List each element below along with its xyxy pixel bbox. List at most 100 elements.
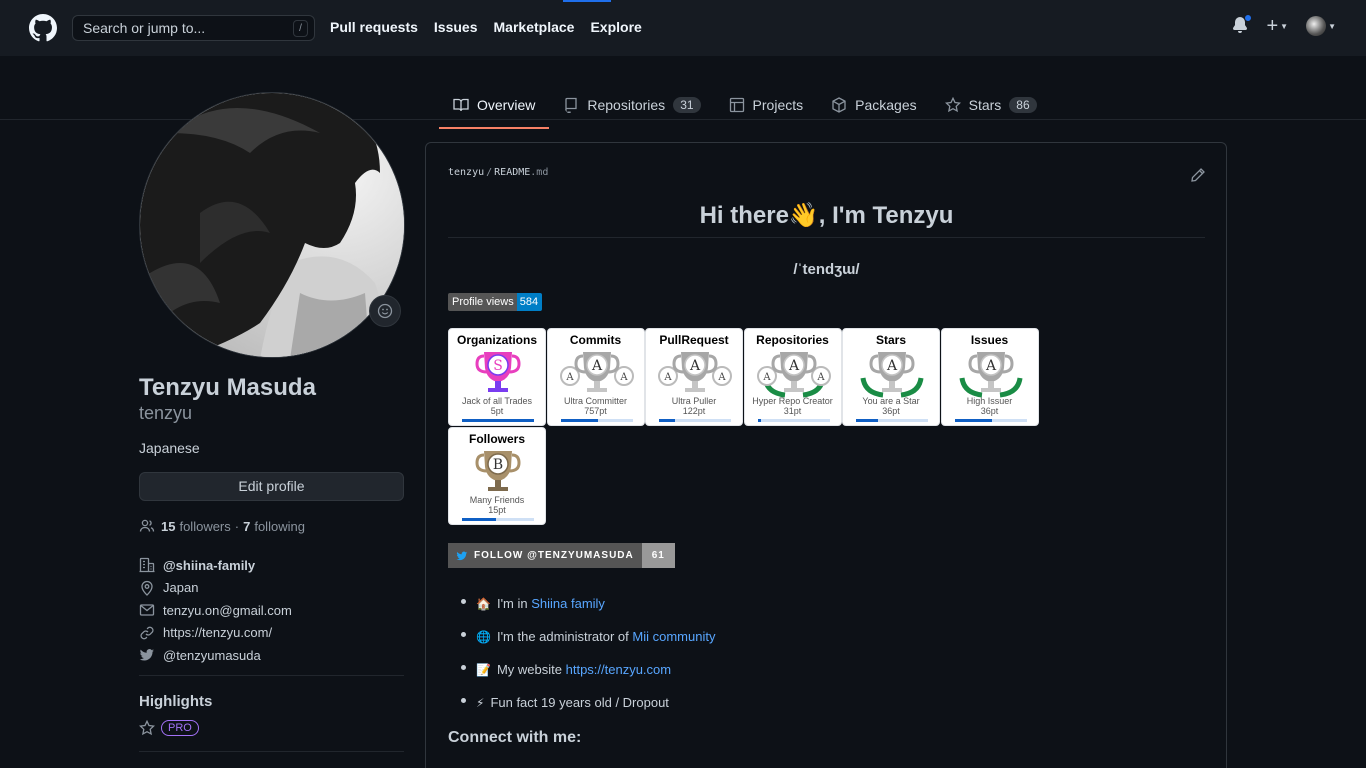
pro-badge[interactable]: PRO xyxy=(161,720,199,736)
link-icon xyxy=(140,626,154,640)
search-box[interactable]: / xyxy=(72,15,315,41)
svg-text:B: B xyxy=(493,457,503,473)
pencil-icon[interactable] xyxy=(1190,167,1206,183)
readme-file[interactable]: README xyxy=(494,167,530,178)
svg-text:A: A xyxy=(590,358,602,374)
email-link[interactable]: tenzyu.on@gmail.com xyxy=(163,603,292,618)
mii-community-link[interactable]: Mii community xyxy=(632,629,715,644)
email-item[interactable]: tenzyu.on@gmail.com xyxy=(139,599,292,622)
list-item-text: Fun fact 19 years old / Dropout xyxy=(490,695,669,710)
trophy-title: Commits xyxy=(569,333,622,347)
followers-count[interactable]: 15 xyxy=(161,519,175,534)
svg-text:S: S xyxy=(493,358,503,374)
trophy-cup-icon: B xyxy=(475,451,521,491)
twitter-follow-badge[interactable]: FOLLOW @TENZYUMASUDA 61 xyxy=(448,543,675,568)
trophy-cup-icon: A xyxy=(860,352,924,398)
twitter-follow-text: FOLLOW @TENZYUMASUDA xyxy=(474,550,634,561)
svg-text:A: A xyxy=(886,358,898,374)
readme-list: 🏠 I'm in Shiina family 🌐 I'm the adminis… xyxy=(461,587,715,719)
trophy-card: Stars A You are a Star 36pt xyxy=(842,328,940,426)
svg-text:A: A xyxy=(565,372,574,383)
trophy-title: Organizations xyxy=(456,333,537,347)
following-count[interactable]: 7 xyxy=(243,519,250,534)
shiina-family-link[interactable]: Shiina family xyxy=(531,596,605,611)
location-item: Japan xyxy=(139,577,292,600)
trophy-subtitle: Jack of all Trades xyxy=(461,396,533,406)
create-new-button[interactable]: + ▼ xyxy=(1266,16,1288,36)
nav-pull-requests[interactable]: Pull requests xyxy=(330,19,418,35)
profile-avatar[interactable] xyxy=(139,92,405,358)
svg-text:A: A xyxy=(663,372,672,383)
tab-stars[interactable]: Stars 86 xyxy=(931,90,1051,120)
trophy-subtitle: Ultra Puller xyxy=(671,396,717,406)
trophy-progress-fill xyxy=(462,518,496,521)
trophy-progress-bar xyxy=(462,518,534,521)
notifications-button[interactable] xyxy=(1232,14,1253,36)
trophy-card: Followers B Many Friends 15pt xyxy=(448,427,546,525)
website-link[interactable]: https://tenzyu.com/ xyxy=(163,625,272,640)
edit-profile-button[interactable]: Edit profile xyxy=(139,472,404,501)
trophy-progress-bar xyxy=(462,419,534,422)
tab-repositories[interactable]: Repositories 31 xyxy=(549,90,714,120)
trophy-points: 757pt xyxy=(584,406,607,416)
readme-ext: .md xyxy=(530,167,549,178)
list-item-text: My website xyxy=(496,662,562,677)
location-text: Japan xyxy=(163,580,199,596)
trophy-points: 15pt xyxy=(488,505,506,515)
sidebar-divider xyxy=(139,751,404,752)
trophy-title: PullRequest xyxy=(659,333,729,347)
tab-packages[interactable]: Packages xyxy=(817,90,930,120)
user-menu-button[interactable]: ▼ xyxy=(1306,16,1336,36)
heading-divider xyxy=(448,237,1205,238)
twitter-icon xyxy=(456,551,468,560)
tab-projects[interactable]: Projects xyxy=(715,90,818,120)
twitter-follow-label: FOLLOW @TENZYUMASUDA xyxy=(448,543,642,568)
tab-counter: 86 xyxy=(1009,97,1037,113)
nav-issues[interactable]: Issues xyxy=(434,19,478,35)
search-shortcut-key: / xyxy=(293,20,308,37)
github-logo-icon[interactable] xyxy=(29,14,57,42)
nav-marketplace[interactable]: Marketplace xyxy=(494,19,575,35)
trophy-title: Issues xyxy=(970,333,1009,347)
svg-text:A: A xyxy=(762,372,771,383)
trophy-progress-bar xyxy=(560,419,633,422)
followers-link[interactable]: followers xyxy=(179,519,230,534)
connect-heading: Connect with me: xyxy=(448,729,582,746)
trophy-progress-bar xyxy=(659,419,731,422)
header-actions: + ▼ ▼ xyxy=(1232,14,1336,36)
tab-counter: 31 xyxy=(673,97,701,113)
trophy-progress-fill xyxy=(954,419,992,422)
twitter-follow-count: 61 xyxy=(641,543,675,568)
trophy-progress-fill xyxy=(659,419,675,422)
house-icon: 🏠 xyxy=(476,596,491,611)
following-link[interactable]: following xyxy=(254,519,305,534)
website-link[interactable]: https://tenzyu.com xyxy=(566,662,672,677)
readme-path[interactable]: tenzyu / README.md xyxy=(448,167,548,178)
trophy-subtitle: You are a Star xyxy=(862,396,920,406)
nav-explore[interactable]: Explore xyxy=(590,19,641,35)
trophy-title: Repositories xyxy=(756,333,829,347)
twitter-link[interactable]: @tenzyumasuda xyxy=(163,648,261,663)
tab-label: Stars xyxy=(968,97,1002,113)
search-input[interactable] xyxy=(83,20,283,36)
trophy-progress-bar xyxy=(856,419,928,422)
trophy-progress-fill xyxy=(856,419,879,422)
separator-dot: · xyxy=(234,518,240,534)
follow-stats: 15 followers · 7 following xyxy=(139,518,305,534)
trophy-card: PullRequest A A A Ultra Puller 122pt xyxy=(645,328,743,426)
org-link[interactable]: @shiina-family xyxy=(163,558,255,573)
trophy-progress-bar xyxy=(954,419,1027,422)
loading-indicator xyxy=(563,0,611,2)
org-item[interactable]: @shiina-family xyxy=(139,554,292,577)
trophy-cup-icon: A AA xyxy=(756,352,831,398)
svg-text:A: A xyxy=(984,358,996,374)
set-status-button[interactable] xyxy=(369,295,401,327)
globe-icon: 🌐 xyxy=(476,629,491,644)
readme-owner[interactable]: tenzyu xyxy=(448,167,484,178)
website-item[interactable]: https://tenzyu.com/ xyxy=(139,622,292,645)
tab-overview[interactable]: Overview xyxy=(439,90,550,129)
trophy-card: Issues A High Issuer 36pt xyxy=(940,328,1039,426)
book-icon xyxy=(453,98,469,112)
memo-icon: 📝 xyxy=(476,662,491,677)
twitter-item[interactable]: @tenzyumasuda xyxy=(139,644,292,667)
